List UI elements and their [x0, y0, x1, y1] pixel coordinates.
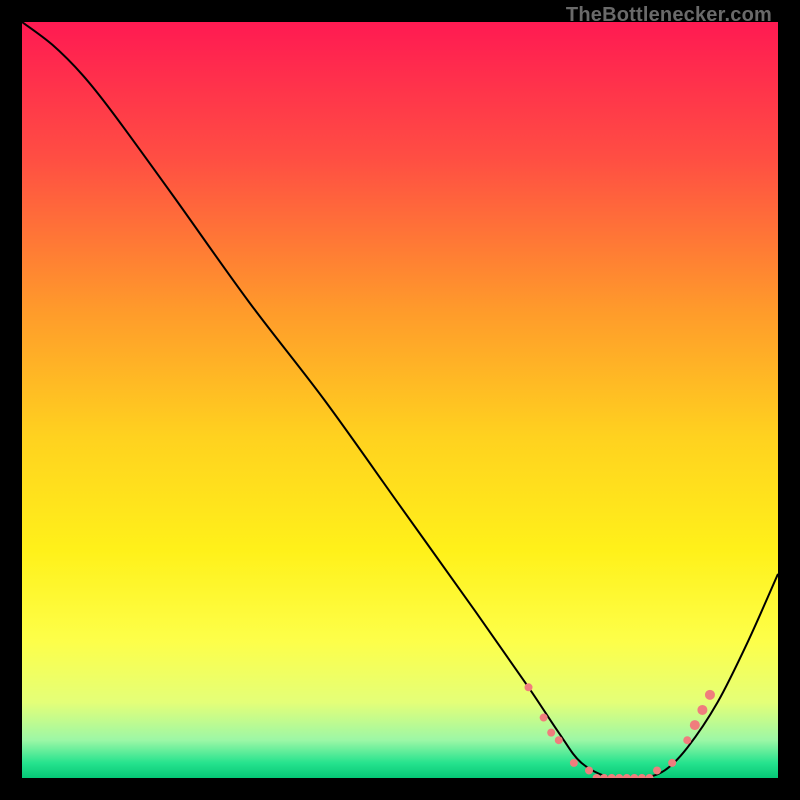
chart-frame: TheBottlenecker.com	[0, 0, 800, 800]
marker-point	[585, 766, 593, 774]
gradient-background	[22, 22, 778, 778]
marker-point	[668, 759, 676, 767]
marker-point	[570, 759, 578, 767]
marker-point	[653, 766, 661, 774]
marker-point	[540, 714, 548, 722]
marker-point	[690, 720, 700, 730]
plot-area	[22, 22, 778, 778]
marker-point	[705, 690, 715, 700]
marker-point	[683, 736, 691, 744]
chart-svg	[22, 22, 778, 778]
marker-point	[547, 729, 555, 737]
marker-point	[697, 705, 707, 715]
marker-point	[525, 683, 533, 691]
marker-point	[555, 736, 563, 744]
